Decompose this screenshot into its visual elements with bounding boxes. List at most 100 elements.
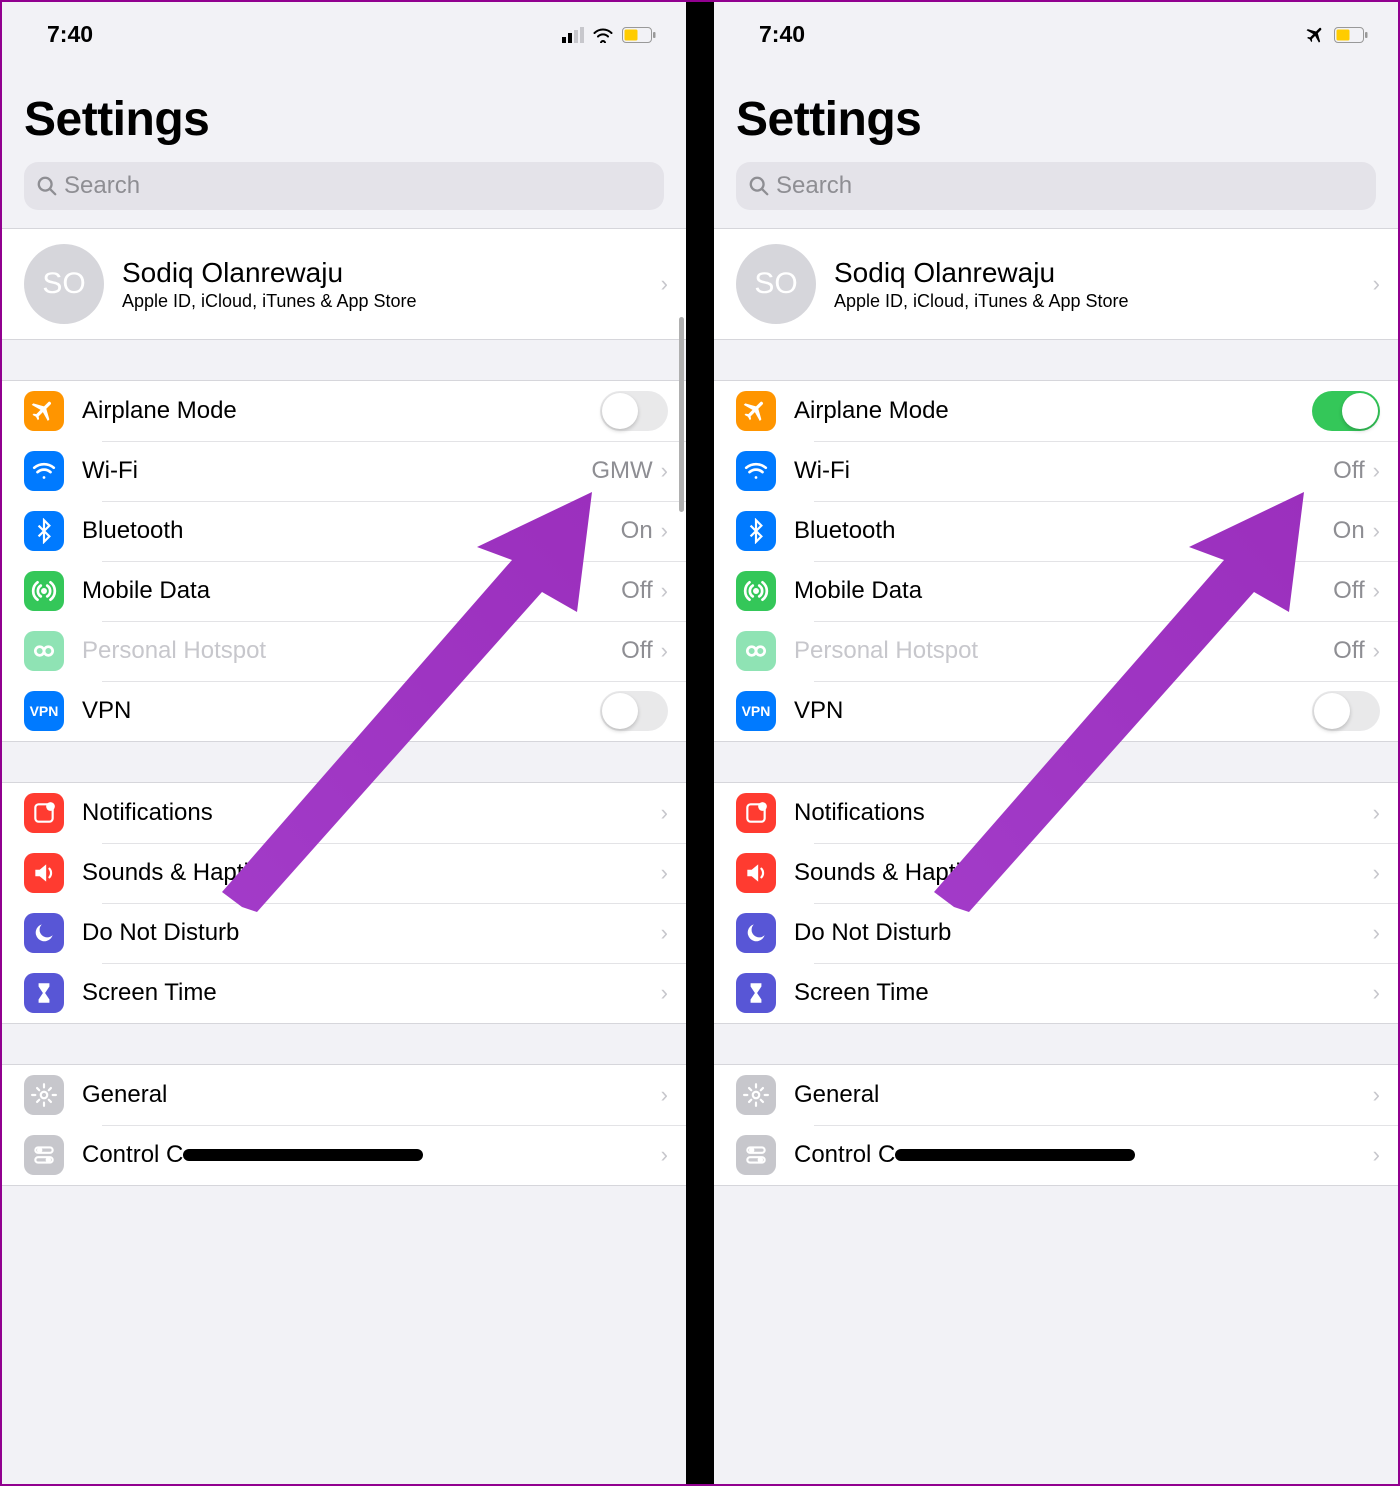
control-center-row[interactable]: Control CentreControl C ›: [714, 1125, 1398, 1185]
airplane-toggle[interactable]: [1312, 391, 1380, 431]
chevron-right-icon: ›: [661, 458, 668, 484]
page-title: Settings: [736, 92, 1376, 147]
chevron-right-icon: ›: [661, 920, 668, 946]
battery-icon: [1334, 27, 1368, 43]
chevron-right-icon: ›: [1373, 800, 1380, 826]
general-label: General: [794, 1081, 1373, 1109]
dnd-row[interactable]: Do Not Disturb ›: [714, 903, 1398, 963]
avatar: SO: [736, 244, 816, 324]
chevron-right-icon: ›: [1373, 458, 1380, 484]
notifications-row[interactable]: Notifications ›: [714, 783, 1398, 843]
profile-subtitle: Apple ID, iCloud, iTunes & App Store: [122, 291, 661, 312]
airplane-icon: [736, 391, 776, 431]
chevron-right-icon: ›: [1373, 578, 1380, 604]
search-placeholder: Search: [776, 172, 852, 200]
wifi-row[interactable]: Wi-Fi Off ›: [714, 441, 1398, 501]
general-row[interactable]: General ›: [2, 1065, 686, 1125]
search-icon: [748, 175, 770, 197]
moon-icon: [24, 913, 64, 953]
vpn-toggle[interactable]: [600, 691, 668, 731]
chevron-right-icon: ›: [1373, 1082, 1380, 1108]
airplane-label: Airplane Mode: [82, 397, 600, 425]
control-center-label: Control CentreControl C: [82, 1141, 661, 1169]
sound-icon: [24, 853, 64, 893]
wifi-row[interactable]: Wi-Fi GMW ›: [2, 441, 686, 501]
airplane-status-icon: [1306, 25, 1326, 45]
airplane-icon: [24, 391, 64, 431]
dnd-row[interactable]: Do Not Disturb ›: [2, 903, 686, 963]
status-bar: 7:40: [2, 2, 686, 62]
bluetooth-row[interactable]: Bluetooth On ›: [2, 501, 686, 561]
status-indicators: [1306, 25, 1368, 45]
chevron-right-icon: ›: [1373, 860, 1380, 886]
scrollbar[interactable]: [679, 317, 684, 512]
apple-id-row[interactable]: SO Sodiq Olanrewaju Apple ID, iCloud, iT…: [714, 229, 1398, 339]
profile-name: Sodiq Olanrewaju: [834, 257, 1373, 289]
vpn-row[interactable]: VPN VPN: [714, 681, 1398, 741]
hotspot-row[interactable]: Personal Hotspot Off ›: [2, 621, 686, 681]
vpn-label: VPN: [82, 697, 600, 725]
chevron-right-icon: ›: [661, 1142, 668, 1168]
wifi-row-icon: [24, 451, 64, 491]
gear-icon: [24, 1075, 64, 1115]
hotspot-label: Personal Hotspot: [794, 637, 1333, 665]
profile-group: SO Sodiq Olanrewaju Apple ID, iCloud, iT…: [714, 228, 1398, 340]
page-header: Settings: [714, 62, 1398, 162]
wifi-icon: [592, 27, 614, 43]
control-center-label: Control CentreControl C: [794, 1141, 1373, 1169]
chevron-right-icon: ›: [661, 638, 668, 664]
airplane-toggle[interactable]: [600, 391, 668, 431]
hotspot-icon: [736, 631, 776, 671]
control-center-row[interactable]: Control CentreControl C ›: [2, 1125, 686, 1185]
switches-icon: [736, 1135, 776, 1175]
screentime-row[interactable]: Screen Time ›: [714, 963, 1398, 1023]
notifications-icon: [736, 793, 776, 833]
general-row[interactable]: General ›: [714, 1065, 1398, 1125]
apple-id-row[interactable]: SO Sodiq Olanrewaju Apple ID, iCloud, iT…: [2, 229, 686, 339]
hotspot-value: Off: [1333, 637, 1365, 665]
mobile-data-row[interactable]: Mobile Data Off ›: [2, 561, 686, 621]
moon-icon: [736, 913, 776, 953]
chevron-right-icon: ›: [1373, 1142, 1380, 1168]
system-group: General › Control CentreControl C ›: [2, 1064, 686, 1186]
page-header: Settings: [2, 62, 686, 162]
bluetooth-row[interactable]: Bluetooth On ›: [714, 501, 1398, 561]
hotspot-value: Off: [621, 637, 653, 665]
chevron-right-icon: ›: [1373, 638, 1380, 664]
airplane-label: Airplane Mode: [794, 397, 1312, 425]
hourglass-icon: [24, 973, 64, 1013]
sounds-label: Sounds & Haptics: [794, 859, 1373, 887]
vpn-toggle[interactable]: [1312, 691, 1380, 731]
avatar: SO: [24, 244, 104, 324]
page-title: Settings: [24, 92, 664, 147]
hotspot-icon: [24, 631, 64, 671]
antenna-icon: [736, 571, 776, 611]
status-indicators: [562, 27, 656, 43]
sounds-row[interactable]: Sounds & Haptics ›: [2, 843, 686, 903]
phone-right: 7:40 Settings Search SO Sodiq Olanrewaju…: [714, 2, 1398, 1484]
sounds-row[interactable]: Sounds & Haptics ›: [714, 843, 1398, 903]
notifications-icon: [24, 793, 64, 833]
airplane-mode-row[interactable]: Airplane Mode: [2, 381, 686, 441]
hotspot-row[interactable]: Personal Hotspot Off ›: [714, 621, 1398, 681]
notifications-row[interactable]: Notifications ›: [2, 783, 686, 843]
screentime-label: Screen Time: [82, 979, 661, 1007]
vpn-row[interactable]: VPN VPN: [2, 681, 686, 741]
chevron-right-icon: ›: [1373, 980, 1380, 1006]
wifi-value: GMW: [591, 457, 652, 485]
status-time: 7:40: [759, 21, 805, 48]
airplane-mode-row[interactable]: Airplane Mode: [714, 381, 1398, 441]
search-input[interactable]: Search: [24, 162, 664, 210]
general-label: General: [82, 1081, 661, 1109]
screentime-row[interactable]: Screen Time ›: [2, 963, 686, 1023]
mobile-data-row[interactable]: Mobile Data Off ›: [714, 561, 1398, 621]
notifications-label: Notifications: [794, 799, 1373, 827]
chevron-right-icon: ›: [1373, 271, 1380, 297]
connectivity-group: Airplane Mode Wi-Fi GMW › Bluetooth On ›…: [2, 380, 686, 742]
bluetooth-label: Bluetooth: [82, 517, 621, 545]
bluetooth-icon: [24, 511, 64, 551]
battery-icon: [622, 27, 656, 43]
search-input[interactable]: Search: [736, 162, 1376, 210]
search-icon: [36, 175, 58, 197]
vpn-icon: VPN: [736, 691, 776, 731]
